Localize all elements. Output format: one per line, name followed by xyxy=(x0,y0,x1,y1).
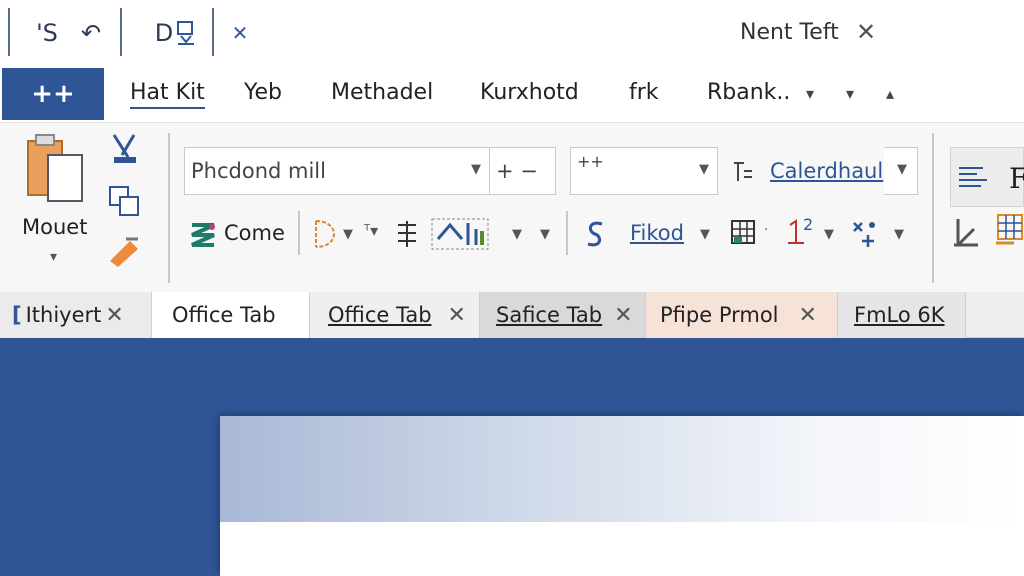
paste-icon[interactable] xyxy=(24,133,88,207)
ribbon: Mouet ▾ Phcdond mill ▼ + − ++ ▼ Calerdha… xyxy=(0,122,1024,292)
title-bar: 'S ↶ D ✕ Nent Teft ✕ xyxy=(0,0,1024,66)
close-icon: ✕ xyxy=(231,21,249,45)
chevron-down-icon[interactable]: · xyxy=(764,223,768,238)
menu-kurxhotd[interactable]: Kurxhotd xyxy=(480,80,579,105)
menu-methadel[interactable]: Methadel xyxy=(331,80,433,105)
document-page[interactable] xyxy=(220,416,1024,576)
table-icon[interactable] xyxy=(730,219,758,249)
tab-fmlo[interactable]: FmLo 6K xyxy=(838,292,966,338)
style-preview-glyph: F xyxy=(1009,162,1024,195)
document-workspace xyxy=(0,338,1024,576)
chevron-down-icon[interactable]: ▼ xyxy=(699,162,709,177)
chevron-down-icon[interactable]: ▾ xyxy=(806,84,814,103)
tab-office[interactable]: Office Tab ✕ xyxy=(310,292,480,338)
chevron-down-icon[interactable]: ▾ xyxy=(50,249,57,265)
calendar-dropdown[interactable]: ▼ xyxy=(884,147,918,195)
chevron-down-icon[interactable]: ▼ xyxy=(512,227,522,242)
grid-icon[interactable] xyxy=(994,213,1024,249)
close-icon[interactable]: ✕ xyxy=(105,303,123,328)
font-name-combo[interactable]: Phcdond mill ▼ xyxy=(184,147,490,195)
text-box-icon[interactable] xyxy=(394,219,420,249)
tab-label: Office Tab xyxy=(328,303,432,327)
chevron-down-icon[interactable]: ▼ xyxy=(824,227,834,242)
document-tab-strip: [ Ithiyert ✕ Office Tab Office Tab ✕ Saf… xyxy=(0,292,1024,338)
ribbon-separator xyxy=(566,211,568,255)
ribbon-separator xyxy=(932,133,934,283)
chevron-down-icon[interactable]: ▼ xyxy=(540,227,550,242)
file-button[interactable]: ++ xyxy=(2,68,104,120)
undo-button[interactable]: ↶ xyxy=(74,14,108,52)
tab-label: Pfipe Prmol xyxy=(660,303,779,327)
cut-icon[interactable] xyxy=(108,131,140,167)
tab-office-active[interactable]: Office Tab xyxy=(152,292,310,338)
close-icon[interactable]: ✕ xyxy=(799,303,817,328)
close-quick-button[interactable]: ✕ xyxy=(226,14,254,52)
page-header-band xyxy=(220,416,1024,522)
chevron-down-icon[interactable]: ▼ xyxy=(897,162,907,177)
shape-icon[interactable] xyxy=(310,217,344,251)
styles-gallery[interactable]: F xyxy=(950,147,1024,207)
close-icon[interactable]: ✕ xyxy=(614,303,632,328)
spelling-icon[interactable] xyxy=(582,218,608,250)
menu-rbank[interactable]: Rbank.. xyxy=(707,80,790,105)
chevron-down-icon[interactable]: ▾ xyxy=(846,84,854,103)
tab-safice[interactable]: Safice Tab ✕ xyxy=(480,292,646,338)
format-painter-icon[interactable] xyxy=(106,235,142,269)
window-close-button[interactable]: ✕ xyxy=(856,18,876,46)
chevron-down-icon[interactable]: ▼ xyxy=(894,227,904,242)
tab-label: Safice Tab xyxy=(496,303,603,327)
stepper-value: + − xyxy=(496,159,538,183)
text-direction-icon[interactable]: ᵀ▾ xyxy=(364,221,378,240)
chart-icon[interactable] xyxy=(430,217,490,251)
tab-icon: [ xyxy=(12,303,22,327)
title-separator xyxy=(212,8,214,56)
title-separator xyxy=(120,8,122,56)
theme-icon[interactable] xyxy=(188,219,218,251)
chevron-up-icon[interactable]: ▴ xyxy=(886,84,894,103)
menu-bar: ++ Hat Kit Yeb Methadel Kurxhotd frk Rba… xyxy=(0,66,1024,122)
document-button[interactable]: D xyxy=(146,14,206,52)
tab-ithiyert[interactable]: [ Ithiyert ✕ xyxy=(0,292,152,338)
ribbon-separator xyxy=(168,133,170,283)
document-title: Nent Teft xyxy=(740,20,839,45)
menu-yeb[interactable]: Yeb xyxy=(244,80,282,105)
doc-fill-icon xyxy=(177,21,195,45)
ribbon-separator xyxy=(298,211,300,255)
tab-pfipe[interactable]: Pfipe Prmol ✕ xyxy=(646,292,838,338)
font-size-value: ++ xyxy=(577,152,604,171)
come-label[interactable]: Come xyxy=(224,221,285,245)
undo-icon: ↶ xyxy=(80,19,102,47)
calendar-link[interactable]: Calerdhaul xyxy=(770,159,883,183)
menu-frk[interactable]: frk xyxy=(629,80,659,105)
font-size-combo[interactable]: ++ ▼ xyxy=(570,147,718,195)
title-separator xyxy=(8,8,10,56)
superscript-value: 2 xyxy=(803,215,814,234)
sort-icon[interactable] xyxy=(730,159,756,185)
align-left-icon xyxy=(959,167,987,187)
arrange-icon[interactable] xyxy=(952,215,982,249)
close-icon[interactable]: ✕ xyxy=(448,303,466,328)
menu-hat-kit[interactable]: Hat Kit xyxy=(130,80,205,109)
transform-icon[interactable] xyxy=(850,219,880,249)
paste-label: Mouet xyxy=(22,215,88,239)
save-icon: 'S xyxy=(36,19,58,47)
document-icon: D xyxy=(154,19,174,47)
tab-label: Office Tab xyxy=(172,303,276,327)
font-name-value: Phcdond mill xyxy=(191,159,326,183)
chevron-down-icon[interactable]: ▼ xyxy=(343,227,353,242)
chevron-down-icon[interactable]: ▼ xyxy=(700,227,710,242)
fikod-button[interactable]: Fikod xyxy=(630,221,684,245)
tab-label: Ithiyert xyxy=(25,303,102,327)
chevron-down-icon[interactable]: ▼ xyxy=(471,162,481,177)
tab-label: FmLo 6K xyxy=(854,303,945,327)
copy-icon[interactable] xyxy=(108,185,142,219)
font-size-stepper[interactable]: + − xyxy=(490,147,556,195)
save-button[interactable]: 'S xyxy=(30,14,64,52)
